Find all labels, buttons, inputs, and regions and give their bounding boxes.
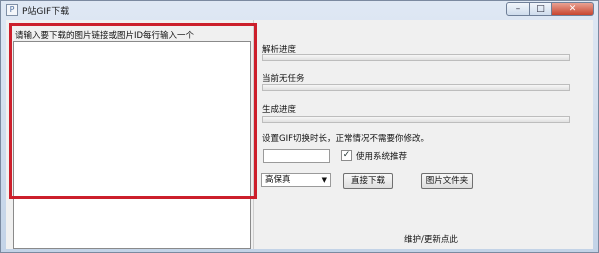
interval-label: 设置GIF切换时长，正常情况不需要你修改。 [262, 134, 429, 144]
generate-progress-label: 生成进度 [262, 105, 297, 115]
app-icon: P [6, 4, 18, 16]
window-controls: – □ ✕ [506, 2, 594, 16]
task-status-label: 当前无任务 [262, 74, 305, 84]
maximize-button[interactable]: □ [530, 2, 552, 16]
image-folder-button[interactable]: 图片文件夹 [421, 173, 473, 189]
input-prompt: 请输入要下载的图片链接或图片ID每行输入一个 [15, 31, 195, 41]
use-system-recommend-checkbox[interactable]: ✓ [341, 150, 352, 161]
minimize-button[interactable]: – [506, 2, 530, 16]
client-area: 请输入要下载的图片链接或图片ID每行输入一个 解析进度 当前无任务 生成进度 设… [6, 20, 593, 249]
parse-progress-bar [262, 54, 570, 61]
check-icon: ✓ [342, 150, 351, 160]
app-window: P P站GIF下载 – □ ✕ 请输入要下载的图片链接或图片ID每行输入一个 解… [0, 0, 599, 253]
quality-select[interactable]: 高保真 ▼ [261, 173, 331, 187]
maintenance-update-link[interactable]: 维护/更新点此 [404, 233, 458, 245]
use-system-recommend-label[interactable]: 使用系统推荐 [356, 150, 407, 162]
interval-input[interactable] [263, 149, 330, 163]
url-input[interactable] [13, 41, 251, 249]
direct-download-button[interactable]: 直接下载 [343, 173, 393, 189]
quality-select-value: 高保真 [265, 175, 291, 185]
title-bar[interactable]: P P站GIF下载 – □ ✕ [1, 1, 598, 19]
window-title: P站GIF下载 [22, 7, 70, 17]
chevron-down-icon: ▼ [321, 176, 327, 184]
left-pane: 请输入要下载的图片链接或图片ID每行输入一个 [6, 20, 257, 249]
generate-progress-bar [262, 116, 570, 123]
close-button[interactable]: ✕ [552, 2, 594, 16]
task-progress-bar [262, 84, 570, 91]
